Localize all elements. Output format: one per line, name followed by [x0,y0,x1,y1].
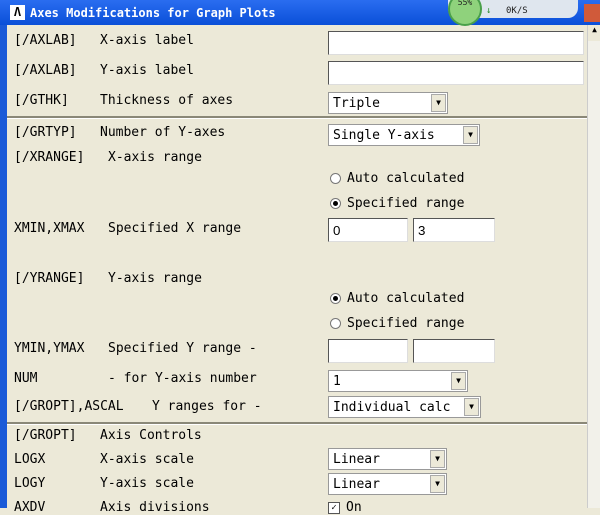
radio-label: Auto calculated [347,171,464,186]
radio-label: Auto calculated [347,291,464,306]
x-auto-radio[interactable]: Auto calculated [330,171,464,186]
grtyp-code: [/GRTYP] [14,125,77,140]
net-percent: 55% [448,0,482,26]
xmin-input[interactable] [328,218,408,242]
y-axis-scale-select[interactable]: Linear ▼ [328,473,447,495]
num-code: NUM [14,371,37,386]
chevron-down-icon[interactable]: ▼ [430,450,445,468]
y-specified-radio[interactable]: Specified range [330,316,464,331]
radio-icon [330,318,341,329]
x-axis-label-input[interactable] [328,31,584,55]
ascal-code: [/GROPT],ASCAL [14,399,124,414]
y-ranges-select[interactable]: Individual calc ▼ [328,396,481,418]
ascal-desc: Y ranges for - [152,399,262,414]
select-value: Linear [333,477,380,492]
xrange-desc: X-axis range [108,150,202,165]
xrange-code: [/XRANGE] [14,150,84,165]
radio-icon [330,173,341,184]
yrange-code: [/YRANGE] [14,271,84,286]
download-arrow-icon: ↓ [486,6,491,16]
yminmax-code: YMIN,YMAX [14,341,84,356]
ymin-input[interactable] [328,339,408,363]
x-specified-radio[interactable]: Specified range [330,196,464,211]
divider [7,116,587,119]
select-value: Triple [333,96,380,111]
scroll-up-icon[interactable]: ▲ [588,25,600,41]
chevron-down-icon[interactable]: ▼ [431,94,446,112]
axctl-desc: Axis Controls [100,428,202,443]
close-button[interactable] [584,4,600,22]
radio-selected-icon [330,293,341,304]
chevron-down-icon[interactable]: ▼ [451,372,466,390]
select-value: Individual calc [333,400,450,415]
title-bar: Λ Axes Modifications for Graph Plots 55%… [0,0,600,25]
gthk-desc: Thickness of axes [100,93,233,108]
xminmax-desc: Specified X range [108,221,241,236]
axctl-code: [/GROPT] [14,428,77,443]
chevron-down-icon[interactable]: ▼ [430,475,445,493]
vertical-scrollbar[interactable]: ▲ [587,25,600,508]
select-value: 1 [333,374,341,389]
grtyp-desc: Number of Y-axes [100,125,225,140]
ylabel-desc: Y-axis label [100,63,194,78]
chevron-down-icon[interactable]: ▼ [464,398,479,416]
logy-desc: Y-axis scale [100,476,194,491]
logx-desc: X-axis scale [100,452,194,467]
window-title: Axes Modifications for Graph Plots [30,6,276,20]
radio-selected-icon [330,198,341,209]
y-axis-number-select[interactable]: 1▼ [328,370,468,392]
xmax-input[interactable] [413,218,495,242]
radio-label: Specified range [347,196,464,211]
window-border [0,25,7,508]
axes-thickness-select[interactable]: Triple ▼ [328,92,448,114]
select-value: Linear [333,452,380,467]
net-rate: 0K/S [506,6,528,16]
xminmax-code: XMIN,XMAX [14,221,84,236]
divider [7,422,587,425]
xlabel-desc: X-axis label [100,33,194,48]
yminmax-desc: Specified Y range - [108,341,257,356]
gthk-code: [/GTHK] [14,93,69,108]
radio-label: Specified range [347,316,464,331]
chevron-down-icon[interactable]: ▼ [463,126,478,144]
x-axis-scale-select[interactable]: Linear ▼ [328,448,447,470]
select-value: Single Y-axis [333,128,435,143]
network-widget: 55% ↓ 0K/S [448,0,578,18]
ymax-input[interactable] [413,339,495,363]
logy-code: LOGY [14,476,45,491]
yrange-desc: Y-axis range [108,271,202,286]
num-y-axes-select[interactable]: Single Y-axis ▼ [328,124,480,146]
ylabel-code: [/AXLAB] [14,63,77,78]
ansys-logo-icon: Λ [10,5,25,20]
xlabel-code: [/AXLAB] [14,33,77,48]
y-auto-radio[interactable]: Auto calculated [330,291,464,306]
logx-code: LOGX [14,452,45,467]
y-axis-label-input[interactable] [328,61,584,85]
num-desc: - for Y-axis number [108,371,257,386]
